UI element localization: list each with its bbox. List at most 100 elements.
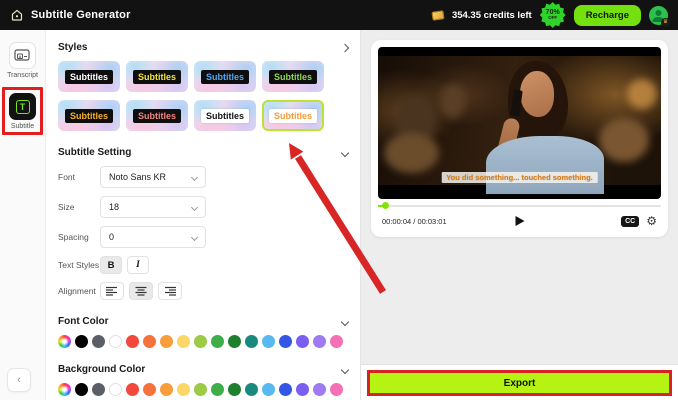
color-swatch[interactable]	[194, 383, 207, 396]
play-button[interactable]	[515, 216, 524, 226]
color-swatch[interactable]	[143, 335, 156, 348]
color-swatch[interactable]	[228, 335, 241, 348]
avatar[interactable]: ♛	[649, 5, 670, 27]
bold-button[interactable]: B	[100, 256, 122, 274]
transcript-icon: A	[8, 42, 36, 69]
cc-button[interactable]: CC	[621, 215, 640, 227]
styles-section-title: Styles	[58, 42, 88, 53]
sidebar-item-transcript[interactable]: A Transcript	[7, 42, 38, 79]
color-swatch[interactable]	[330, 335, 343, 348]
style-tile-label: Subtitles	[200, 108, 249, 123]
sidebar-item-subtitle[interactable]: T Subtitle	[9, 93, 36, 130]
player-controls: 00:00:04 / 00:03:01 CC ⚙	[378, 212, 661, 230]
chevron-right-icon[interactable]	[340, 43, 350, 52]
color-swatch[interactable]	[177, 335, 190, 348]
spacing-select[interactable]: 0	[100, 226, 206, 248]
align-left-icon	[106, 286, 117, 296]
font-label: Font	[58, 172, 76, 182]
color-wheel-swatch[interactable]	[58, 335, 71, 348]
seek-bar[interactable]	[378, 202, 661, 209]
font-color-title: Font Color	[58, 316, 109, 327]
style-tile-3[interactable]: Subtitles	[194, 61, 256, 92]
color-swatch[interactable]	[194, 335, 207, 348]
background-color-swatches	[58, 383, 348, 396]
style-tile-label: Subtitles	[132, 108, 181, 123]
chevron-down-icon[interactable]	[340, 365, 350, 374]
color-swatch[interactable]	[211, 383, 224, 396]
collapse-sidebar-button[interactable]: ‹	[7, 368, 31, 392]
background-color-title: Background Color	[58, 364, 146, 375]
style-tile-label: Subtitles	[268, 108, 317, 123]
color-swatch[interactable]	[109, 383, 122, 396]
export-button[interactable]: Export	[370, 373, 669, 393]
text-styles-label: Text Styles	[58, 260, 100, 270]
chevron-down-icon[interactable]	[340, 148, 350, 157]
color-swatch[interactable]	[296, 335, 309, 348]
left-icon-sidebar: A Transcript T Subtitle ‹	[0, 30, 46, 400]
chevron-down-icon[interactable]	[340, 317, 350, 326]
size-select[interactable]: 18	[100, 196, 206, 218]
subtitle-icon: T	[9, 93, 36, 120]
color-wheel-swatch[interactable]	[58, 383, 71, 396]
style-tile-label: Subtitles	[268, 69, 317, 84]
color-swatch[interactable]	[262, 383, 275, 396]
style-tile-5[interactable]: Subtitles	[58, 100, 120, 131]
chevron-down-icon	[190, 173, 199, 181]
style-tile-6[interactable]: Subtitles	[126, 100, 188, 131]
style-tile-4[interactable]: Subtitles	[262, 61, 324, 92]
style-tile-1[interactable]: Subtitles	[58, 61, 120, 92]
style-tile-7[interactable]: Subtitles	[194, 100, 256, 131]
credits-left-text: 354.35 credits left	[451, 9, 532, 21]
coin-icon	[431, 9, 445, 21]
color-swatch[interactable]	[330, 383, 343, 396]
color-swatch[interactable]	[313, 383, 326, 396]
style-tile-label: Subtitles	[132, 69, 181, 84]
align-right-icon	[165, 286, 176, 296]
style-tile-label: Subtitles	[200, 69, 249, 84]
color-swatch[interactable]	[262, 335, 275, 348]
color-swatch[interactable]	[109, 335, 122, 348]
color-swatch[interactable]	[126, 383, 139, 396]
timestamp: 00:00:04 / 00:03:01	[382, 216, 447, 226]
font-select[interactable]: Noto Sans KR	[100, 166, 206, 188]
color-swatch[interactable]	[92, 335, 105, 348]
color-swatch[interactable]	[245, 383, 258, 396]
align-center-button[interactable]	[129, 282, 153, 300]
align-right-button[interactable]	[158, 282, 182, 300]
video-player-card: You did something... touched something. …	[371, 40, 668, 237]
color-swatch[interactable]	[75, 383, 88, 396]
style-tile-8-selected[interactable]: Subtitles	[262, 100, 324, 131]
home-logo-icon[interactable]	[10, 8, 24, 22]
discount-off-label: OFF	[548, 15, 558, 21]
color-swatch[interactable]	[160, 383, 173, 396]
style-tile-label: Subtitles	[64, 69, 113, 84]
video-frame[interactable]: You did something... touched something.	[378, 47, 661, 199]
color-swatch[interactable]	[211, 335, 224, 348]
color-swatch[interactable]	[313, 335, 326, 348]
color-swatch[interactable]	[160, 335, 173, 348]
size-label: Size	[58, 202, 75, 212]
color-swatch[interactable]	[279, 383, 292, 396]
subject-shirt	[485, 135, 604, 194]
color-swatch[interactable]	[279, 335, 292, 348]
align-left-button[interactable]	[100, 282, 124, 300]
seek-handle[interactable]	[382, 202, 389, 209]
color-swatch[interactable]	[228, 383, 241, 396]
style-tile-2[interactable]: Subtitles	[126, 61, 188, 92]
italic-button[interactable]: I	[127, 256, 149, 274]
sidebar-label-subtitle: Subtitle	[10, 123, 35, 130]
discount-badge[interactable]: 70% OFF	[539, 2, 566, 28]
style-tile-label: Subtitles	[64, 108, 113, 123]
color-swatch[interactable]	[177, 383, 190, 396]
color-swatch[interactable]	[75, 335, 88, 348]
color-swatch[interactable]	[126, 335, 139, 348]
svg-text:A: A	[19, 53, 22, 58]
alignment-label: Alignment	[58, 286, 96, 296]
gear-icon[interactable]: ⚙	[646, 215, 657, 227]
color-swatch[interactable]	[296, 383, 309, 396]
color-swatch[interactable]	[92, 383, 105, 396]
font-color-swatches	[58, 335, 348, 348]
color-swatch[interactable]	[245, 335, 258, 348]
recharge-button[interactable]: Recharge	[573, 4, 641, 26]
color-swatch[interactable]	[143, 383, 156, 396]
